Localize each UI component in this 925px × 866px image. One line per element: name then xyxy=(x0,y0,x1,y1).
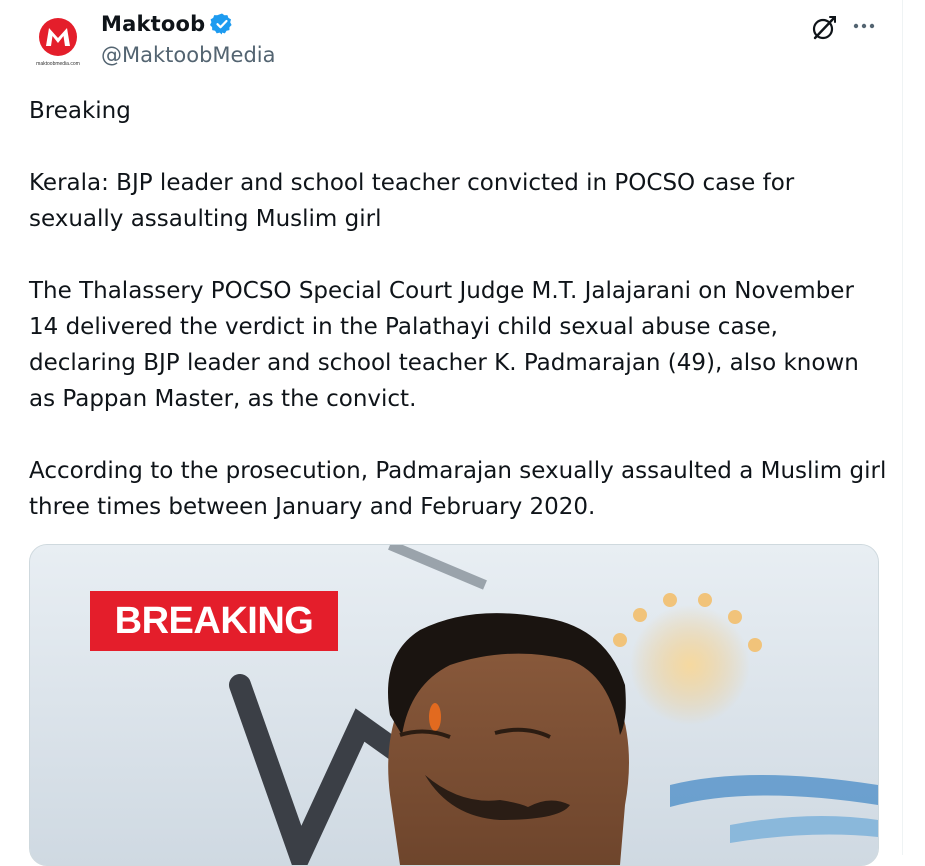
author-display-name[interactable]: Maktoob xyxy=(101,12,205,36)
tweet-media-image[interactable]: BREAKING xyxy=(29,544,879,866)
tweet-card: maktoobmedia.com Maktoob @MaktoobMedia B… xyxy=(0,0,903,866)
grok-icon[interactable] xyxy=(810,14,838,42)
tweet-paragraph: The Thalassery POCSO Special Court Judge… xyxy=(29,278,867,412)
breaking-badge: BREAKING xyxy=(90,591,338,651)
tweet-text: Breaking Kerala: BJP leader and school t… xyxy=(29,93,889,525)
tweet-paragraph: According to the prosecution, Padmarajan… xyxy=(29,458,894,520)
verified-badge-icon xyxy=(210,12,234,36)
author-name-line[interactable]: Maktoob xyxy=(101,12,234,36)
avatar[interactable]: maktoobmedia.com xyxy=(30,13,86,69)
tweet-paragraph: Kerala: BJP leader and school teacher co… xyxy=(29,170,802,232)
more-options-icon[interactable] xyxy=(850,14,878,42)
svg-text:maktoobmedia.com: maktoobmedia.com xyxy=(36,61,80,67)
tweet-paragraph: Breaking xyxy=(29,98,131,124)
author-handle[interactable]: @MaktoobMedia xyxy=(101,43,275,67)
maktoob-logo-icon: maktoobmedia.com xyxy=(36,18,80,67)
